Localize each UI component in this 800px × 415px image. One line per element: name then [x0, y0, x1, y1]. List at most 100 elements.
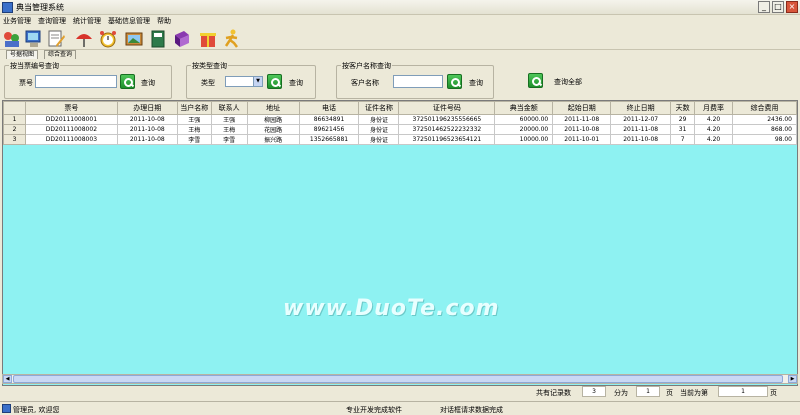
umbrella-icon[interactable]: [74, 29, 94, 49]
menu-help[interactable]: 帮助: [157, 16, 171, 26]
customer-search-label[interactable]: 查询: [469, 78, 483, 88]
menu-business[interactable]: 业务管理: [3, 16, 31, 26]
table-cell[interactable]: 2011-11-08: [610, 124, 672, 135]
table-cell[interactable]: 868.00: [732, 124, 797, 135]
table-cell[interactable]: 60000.00: [494, 114, 554, 125]
table-cell[interactable]: 4.20: [694, 124, 733, 135]
column-header[interactable]: 地址: [246, 101, 300, 115]
column-header[interactable]: 证件名称: [358, 101, 400, 115]
table-cell[interactable]: 7: [670, 134, 696, 145]
search-all-button[interactable]: [528, 73, 543, 88]
menu-query[interactable]: 查询管理: [38, 16, 66, 26]
scroll-right-icon[interactable]: ▶: [788, 375, 797, 383]
column-header[interactable]: 证件号码: [398, 101, 496, 115]
table-cell[interactable]: 2011-10-08: [116, 124, 178, 135]
table-cell[interactable]: 身份证: [358, 124, 400, 135]
table-cell[interactable]: 李雪: [210, 134, 248, 145]
column-header[interactable]: 终止日期: [610, 101, 672, 115]
table-cell[interactable]: 372501462522232332: [398, 124, 496, 135]
table-cell[interactable]: 李雪: [176, 134, 212, 145]
table-cell[interactable]: 4.20: [694, 134, 733, 145]
table-cell[interactable]: 372501196235556665: [398, 114, 496, 125]
column-header[interactable]: 联系人: [210, 101, 248, 115]
row-number[interactable]: 2: [3, 124, 26, 135]
table-cell[interactable]: 1352665881: [298, 134, 360, 145]
table-cell[interactable]: 花园路: [246, 124, 300, 135]
column-header[interactable]: 综合费用: [732, 101, 797, 115]
table-cell[interactable]: 31: [670, 124, 696, 135]
column-header[interactable]: 电话: [298, 101, 360, 115]
table-cell[interactable]: 89621456: [298, 124, 360, 135]
table-cell[interactable]: 2011-10-08: [610, 134, 672, 145]
table-cell[interactable]: 2011-10-08: [116, 134, 178, 145]
type-search-button[interactable]: [267, 74, 282, 89]
maximize-button[interactable]: □: [772, 1, 784, 13]
table-cell[interactable]: 身份证: [358, 134, 400, 145]
column-header[interactable]: 票号: [24, 101, 118, 115]
table-cell[interactable]: 2011-10-01: [552, 134, 612, 145]
ticket-search-button[interactable]: [120, 74, 135, 89]
table-cell[interactable]: 振兴路: [246, 134, 300, 145]
table-row[interactable]: 2 DD20111008002 2011-10-08 王梅 王梅 花园路 896…: [3, 124, 797, 135]
column-header[interactable]: 起始日期: [552, 101, 612, 115]
tab-ticket-view[interactable]: 号据视图: [6, 50, 39, 59]
column-header[interactable]: 月费率: [694, 101, 733, 115]
book-icon[interactable]: [172, 29, 192, 49]
column-header[interactable]: 当户名称: [176, 101, 212, 115]
row-number[interactable]: 1: [3, 114, 26, 125]
table-cell[interactable]: 王梅: [210, 124, 248, 135]
table-cell[interactable]: DD20111008003: [24, 134, 118, 145]
table-cell[interactable]: DD20111008001: [24, 114, 118, 125]
scroll-thumb[interactable]: [13, 375, 783, 383]
alarm-clock-icon[interactable]: [98, 29, 118, 49]
running-person-icon[interactable]: [222, 29, 242, 49]
table-cell[interactable]: 王强: [176, 114, 212, 125]
gift-box-icon[interactable]: [198, 29, 218, 49]
horizontal-scrollbar[interactable]: ◀ ▶: [2, 374, 798, 384]
table-cell[interactable]: 86634891: [298, 114, 360, 125]
table-cell[interactable]: 29: [670, 114, 696, 125]
search-all-label[interactable]: 查询全部: [554, 77, 582, 87]
people-icon[interactable]: [2, 29, 22, 49]
scroll-left-icon[interactable]: ◀: [3, 375, 12, 383]
menu-basic-info[interactable]: 基础信息管理: [108, 16, 150, 26]
table-cell[interactable]: 2011-10-08: [116, 114, 178, 125]
column-header[interactable]: 办理日期: [116, 101, 178, 115]
table-cell[interactable]: 20000.00: [494, 124, 554, 135]
table-cell[interactable]: 身份证: [358, 114, 400, 125]
edit-note-icon[interactable]: [46, 29, 66, 49]
table-row[interactable]: 1 DD20111008001 2011-10-08 王强 王强 柳园路 866…: [3, 114, 797, 125]
ticket-search-label[interactable]: 查询: [141, 78, 155, 88]
row-number[interactable]: 3: [3, 134, 26, 145]
minimize-button[interactable]: _: [758, 1, 770, 13]
table-cell[interactable]: 柳园路: [246, 114, 300, 125]
customer-name-input[interactable]: [393, 75, 443, 88]
type-select[interactable]: ▼: [225, 76, 263, 87]
table-cell[interactable]: 4.20: [694, 114, 733, 125]
computer-icon[interactable]: [24, 29, 44, 49]
close-button[interactable]: ×: [786, 1, 798, 13]
table-cell[interactable]: DD20111008002: [24, 124, 118, 135]
table-cell[interactable]: 王强: [210, 114, 248, 125]
table-cell[interactable]: 2011-11-08: [552, 114, 612, 125]
column-header[interactable]: 天数: [670, 101, 696, 115]
table-cell[interactable]: 王梅: [176, 124, 212, 135]
notebook-icon[interactable]: [148, 29, 168, 49]
table-cell[interactable]: 2011-10-08: [552, 124, 612, 135]
table-cell[interactable]: 372501196523654121: [398, 134, 496, 145]
table-cell[interactable]: 98.00: [732, 134, 797, 145]
table-row[interactable]: 3 DD20111008003 2011-10-08 李雪 李雪 振兴路 135…: [3, 134, 797, 145]
chevron-down-icon[interactable]: ▼: [253, 77, 262, 86]
customer-search-button[interactable]: [447, 74, 462, 89]
table-cell[interactable]: 10000.00: [494, 134, 554, 145]
ticket-number-input[interactable]: [35, 75, 117, 88]
picture-icon[interactable]: [124, 29, 144, 49]
tab-comprehensive-query[interactable]: 综合查询: [44, 50, 77, 59]
type-search-label[interactable]: 查询: [289, 78, 303, 88]
table-cell[interactable]: 2011-12-07: [610, 114, 672, 125]
menu-statistics[interactable]: 统计管理: [73, 16, 101, 26]
watermark-text: www.DuoTe.com: [283, 296, 500, 321]
current-page-select[interactable]: 1: [718, 386, 768, 397]
column-header[interactable]: 典当金额: [494, 101, 554, 115]
table-cell[interactable]: 2436.00: [732, 114, 797, 125]
